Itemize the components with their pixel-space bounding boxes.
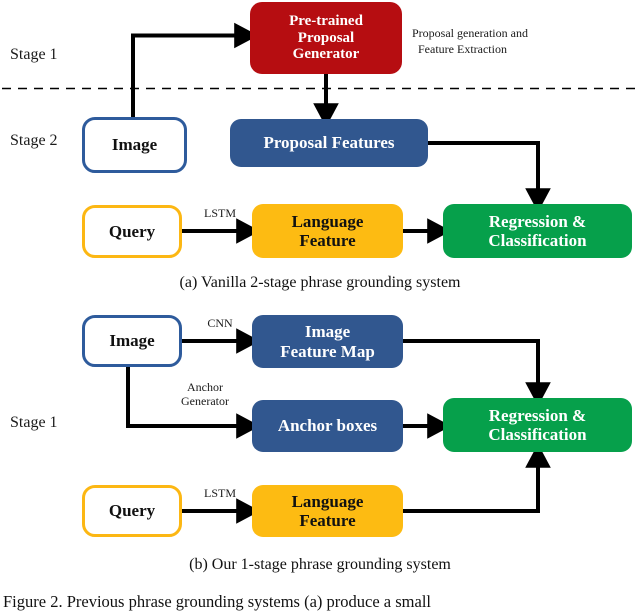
node-anchor-boxes[interactable]: Anchor boxes bbox=[252, 400, 403, 452]
node-label-line-3: Generator bbox=[292, 46, 360, 63]
node-image-b[interactable]: Image bbox=[82, 315, 182, 367]
node-label-line-2: Classification bbox=[488, 231, 587, 250]
node-label: Image bbox=[111, 135, 158, 155]
edge-label-cnn: CNN bbox=[207, 316, 233, 330]
caption-a: (a) Vanilla 2-stage phrase grounding sys… bbox=[179, 274, 461, 291]
node-label: Image bbox=[109, 331, 155, 351]
stage-label-1-a: Stage 1 bbox=[10, 46, 58, 63]
node-label-line-2: Feature bbox=[299, 231, 356, 250]
annotation-line-1: Proposal generation and bbox=[412, 26, 528, 40]
stage-label-1-b: Stage 1 bbox=[10, 414, 58, 431]
node-query-b[interactable]: Query bbox=[82, 485, 182, 537]
node-label-line-1: Language bbox=[291, 491, 364, 511]
node-label-multiline: Regression & Classification bbox=[488, 212, 586, 250]
node-label-line-2: Classification bbox=[488, 425, 587, 444]
node-label-line-1: Regression & bbox=[488, 405, 587, 425]
edge-label-lstm-b: LSTM bbox=[203, 486, 236, 500]
edge-label-line-1: Anchor bbox=[187, 380, 223, 394]
node-label: Query bbox=[108, 501, 156, 521]
node-label-line-1: Pre-trained bbox=[289, 12, 363, 29]
node-label-multiline: Regression & Classification bbox=[488, 406, 586, 444]
annotation-proposal-generation: Proposal generation and Feature Extracti… bbox=[412, 26, 528, 57]
node-label-line-2: Feature Map bbox=[280, 341, 375, 361]
node-label-line-2: Proposal bbox=[297, 29, 355, 46]
node-proposal-features[interactable]: Proposal Features bbox=[230, 119, 428, 167]
node-label: Anchor boxes bbox=[277, 416, 378, 436]
node-label-line-1: Language bbox=[291, 211, 364, 231]
node-pretrained-proposal-generator[interactable]: Pre-trained Proposal Generator bbox=[250, 2, 402, 74]
node-label-multiline: Language Feature bbox=[292, 212, 364, 250]
node-language-feature-b[interactable]: Language Feature bbox=[252, 485, 403, 537]
edge-label-anchor-generator: Anchor Generator bbox=[165, 380, 245, 409]
node-label-line-1: Regression & bbox=[488, 211, 587, 231]
edge-label-lstm-a: LSTM bbox=[203, 206, 236, 220]
node-label-line-1: Image bbox=[304, 322, 351, 342]
stage-label-2-a: Stage 2 bbox=[10, 132, 58, 149]
node-language-feature-a[interactable]: Language Feature bbox=[252, 204, 403, 258]
node-label-multiline: Image Feature Map bbox=[280, 322, 375, 360]
figure-2-container: Stage 1 Stage 2 Pre-trained Proposal Gen… bbox=[0, 0, 640, 611]
node-label-multiline: Pre-trained Proposal Generator bbox=[289, 13, 363, 63]
node-query-a[interactable]: Query bbox=[82, 205, 182, 258]
node-label: Query bbox=[108, 221, 156, 241]
node-image-a[interactable]: Image bbox=[82, 117, 187, 173]
edge-label-line-2: Generator bbox=[181, 393, 229, 408]
annotation-line-2: Feature Extraction bbox=[418, 41, 507, 56]
node-label-line-2: Feature bbox=[299, 511, 356, 530]
node-image-feature-map[interactable]: Image Feature Map bbox=[252, 315, 403, 368]
figure-caption: Figure 2. Previous phrase grounding syst… bbox=[3, 592, 432, 611]
caption-b: (b) Our 1-stage phrase grounding system bbox=[189, 556, 451, 573]
node-regression-classification-a[interactable]: Regression & Classification bbox=[443, 204, 632, 258]
node-regression-classification-b[interactable]: Regression & Classification bbox=[443, 398, 632, 452]
node-label-multiline: Language Feature bbox=[292, 492, 364, 530]
node-label: Proposal Features bbox=[263, 133, 395, 153]
